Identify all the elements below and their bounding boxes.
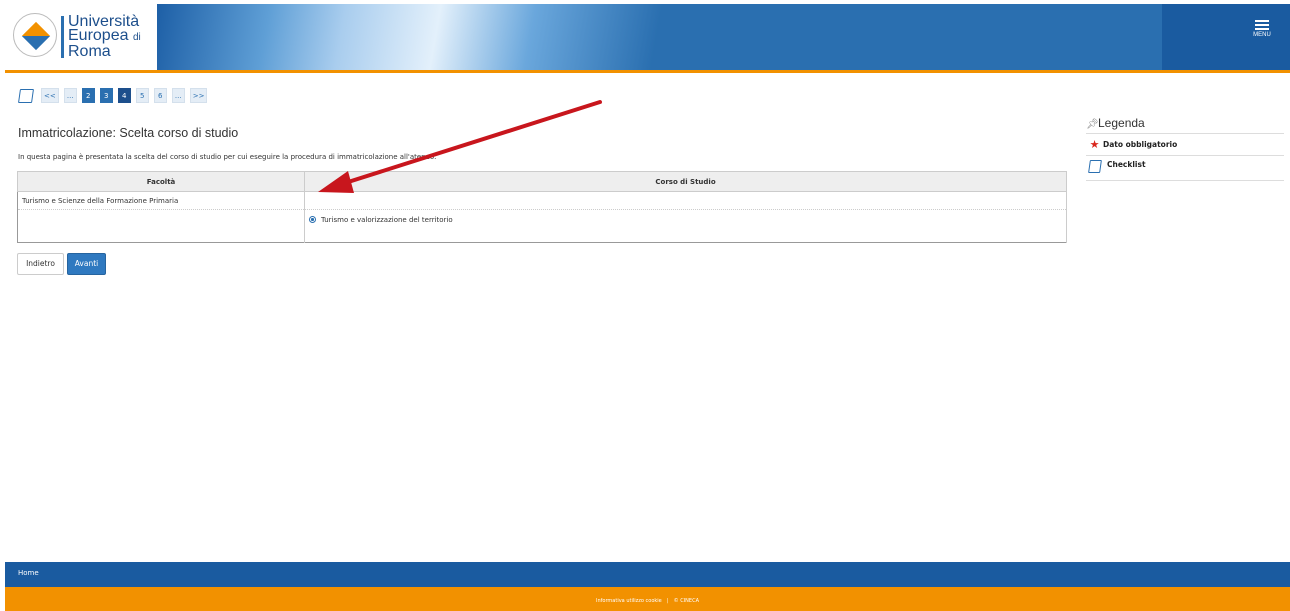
back-button[interactable]: Indietro <box>17 253 64 275</box>
column-header-course: Corso di Studio <box>304 171 1067 192</box>
footer-bottom: Informativa utilizzo cookie | © CINECA <box>5 587 1290 611</box>
logo-text: Università Europea di Roma <box>68 14 141 60</box>
hamburger-icon <box>1255 20 1269 22</box>
checklist-icon <box>1088 160 1102 173</box>
column-header-faculty: Facoltà <box>17 171 305 192</box>
step-pager: << ... 2 3 4 5 6 ... >> <box>18 88 208 103</box>
required-star-icon: ★ <box>1089 138 1100 151</box>
logo[interactable]: Università Europea di Roma <box>5 4 157 70</box>
pager-step-4[interactable]: 4 <box>117 88 131 103</box>
header-banner-image <box>157 4 777 70</box>
legend-title: 📌︎Legenda <box>1086 116 1284 134</box>
empty-cell <box>304 191 1067 210</box>
logo-divider <box>61 16 64 58</box>
header-accent-stripe <box>5 70 1290 73</box>
pager-step-5[interactable]: 5 <box>135 88 149 103</box>
university-seal-icon <box>13 13 57 57</box>
pager-step-3[interactable]: 3 <box>99 88 113 103</box>
footer-home-link[interactable]: Home <box>18 569 39 577</box>
legend-panel: 📌︎Legenda ★ Dato obbligatorio Checklist <box>1086 116 1284 181</box>
checklist-icon[interactable] <box>18 88 34 103</box>
logo-line-2: Europea <box>68 27 129 44</box>
empty-cell <box>17 209 305 243</box>
course-selection-table: Facoltà Corso di Studio Turismo e Scienz… <box>17 171 1067 243</box>
logo-line-2-suffix: di <box>132 32 141 43</box>
menu-label: MENU <box>1253 32 1271 38</box>
faculty-cell: Turismo e Scienze della Formazione Prima… <box>17 191 305 210</box>
table-row: Turismo e Scienze della Formazione Prima… <box>17 191 1067 210</box>
legend-item-checklist: Checklist <box>1086 156 1284 181</box>
pager-first[interactable]: << <box>41 88 59 103</box>
pager-last[interactable]: >> <box>189 88 208 103</box>
pager-step-2[interactable]: 2 <box>81 88 95 103</box>
page-intro: In questa pagina è presentata la scelta … <box>18 153 437 161</box>
table-row: Turismo e valorizzazione del territorio <box>17 209 1067 243</box>
cookie-policy-link[interactable]: Informativa utilizzo cookie <box>596 598 662 604</box>
pager-ellipsis-right[interactable]: ... <box>171 88 185 103</box>
course-option-label[interactable]: Turismo e valorizzazione del territorio <box>321 216 453 224</box>
pager-ellipsis-left[interactable]: ... <box>63 88 77 103</box>
menu-button[interactable]: MENU <box>1252 18 1272 38</box>
footer-separator: | <box>666 598 669 604</box>
logo-line-3: Roma <box>68 43 111 60</box>
legend-item-required: ★ Dato obbligatorio <box>1086 134 1284 156</box>
next-button[interactable]: Avanti <box>67 253 106 275</box>
course-radio[interactable] <box>309 216 316 223</box>
course-option[interactable]: Turismo e valorizzazione del territorio <box>304 209 1067 243</box>
site-header: Università Europea di Roma MENU <box>5 4 1290 70</box>
page-title: Immatricolazione: Scelta corso di studio <box>18 126 239 140</box>
copyright-text: © CINECA <box>673 598 699 604</box>
pager-step-6[interactable]: 6 <box>153 88 167 103</box>
footer-nav: Home <box>5 562 1290 587</box>
pin-icon: 📌︎ <box>1086 119 1099 130</box>
